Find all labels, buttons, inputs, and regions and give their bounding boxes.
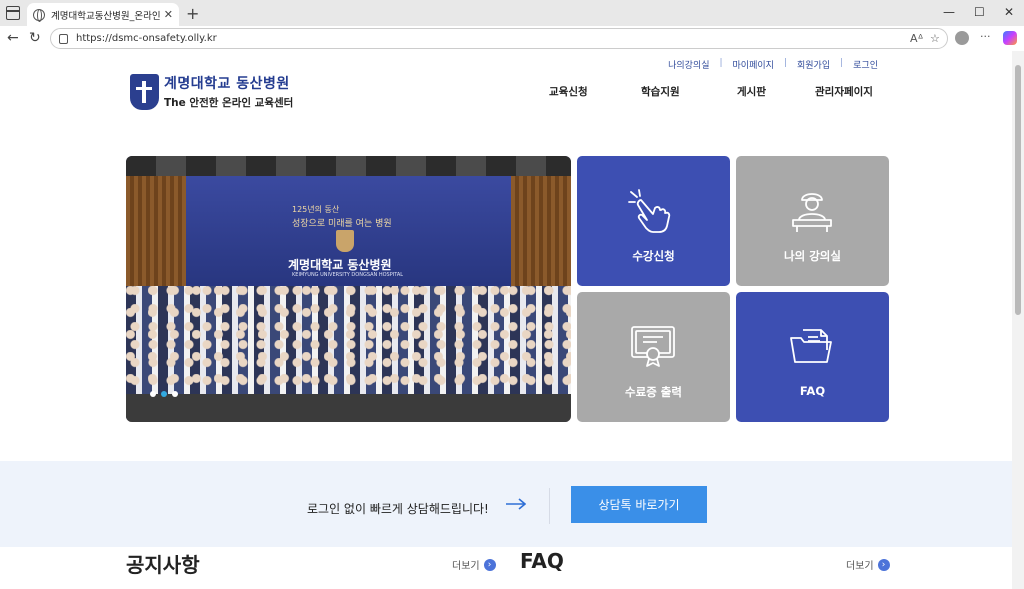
tile-certificate-print[interactable]: 수료증 출력	[577, 292, 730, 422]
consult-divider	[549, 488, 550, 524]
scrollbar-thumb[interactable]	[1015, 65, 1021, 315]
url-text: https://dsmc-onsafety.olly.kr	[76, 33, 217, 44]
favorite-star-icon[interactable]: ☆	[930, 32, 940, 45]
browser-tab[interactable]: 계명대학교동산병원_온라인교육 ✕	[27, 3, 179, 26]
hospital-emblem-icon	[130, 73, 159, 110]
consult-talk-button[interactable]: 상담톡 바로가기	[571, 486, 707, 523]
maximize-button[interactable]: ☐	[974, 5, 985, 19]
hero-photo-floor	[126, 394, 571, 422]
util-link-my-classroom[interactable]: 나의강의실	[668, 58, 709, 71]
read-aloud-icon[interactable]: Aᐞ	[910, 32, 924, 45]
faq-section-title: FAQ	[520, 549, 564, 573]
util-separator: |	[719, 58, 723, 68]
close-tab-icon[interactable]: ✕	[164, 8, 173, 21]
address-bar[interactable]: https://dsmc-onsafety.olly.kr	[50, 28, 948, 49]
copilot-icon[interactable]	[1003, 31, 1017, 45]
hero-crest-icon	[336, 230, 354, 252]
hero-photo-ceiling	[126, 156, 571, 176]
nav-item-board[interactable]: 게시판	[737, 84, 766, 99]
tile-label: 수료증 출력	[625, 385, 682, 399]
tile-faq[interactable]: FAQ	[736, 292, 889, 422]
logo-sub-text: The 안전한 온라인 교육센터	[164, 97, 294, 109]
student-desk-icon	[792, 193, 832, 232]
tile-label: FAQ	[799, 384, 826, 398]
more-link-label: 더보기	[846, 561, 874, 572]
lock-icon	[59, 33, 68, 44]
arrow-right-icon	[506, 498, 526, 510]
tile-label: 나의 강의실	[784, 249, 841, 263]
chevron-right-icon: ›	[877, 558, 890, 571]
tab-title: 계명대학교동산병원_온라인교육	[51, 10, 160, 22]
nav-item-learning-support[interactable]: 학습지원	[641, 84, 680, 99]
minimize-button[interactable]: —	[943, 5, 955, 19]
site-logo[interactable]: 계명대학교 동산병원 The 안전한 온라인 교육센터	[130, 73, 293, 110]
certificate-icon	[631, 326, 675, 367]
tile-label: 수강신청	[632, 249, 675, 263]
util-separator: |	[840, 58, 844, 68]
close-window-button[interactable]: ✕	[1004, 5, 1014, 19]
nav-item-apply[interactable]: 교육신청	[549, 84, 588, 99]
profile-avatar[interactable]	[955, 31, 969, 45]
tile-course-apply[interactable]: 수강신청	[577, 156, 730, 286]
back-arrow-icon[interactable]: ←	[7, 30, 19, 46]
tab-bar: 계명대학교동산병원_온라인교육 ✕ + — ☐ ✕	[0, 0, 1024, 26]
refresh-icon[interactable]: ↻	[29, 30, 41, 46]
logo-main-text: 계명대학교 동산병원	[164, 76, 290, 92]
page-viewport: 나의강의실 | 마이페이지 | 회원가입 | 로그인 계명대학교 동산병원 Th…	[0, 51, 1012, 589]
slider-dot-active[interactable]	[161, 391, 167, 397]
hero-banner-english: KEIMYUNG UNIVERSITY DONGSAN HOSPITAL	[292, 272, 404, 278]
hero-banner-title: 계명대학교 동산병원	[288, 258, 392, 272]
utility-nav: 나의강의실 | 마이페이지 | 회원가입 | 로그인	[658, 58, 878, 71]
more-link-label: 더보기	[452, 561, 480, 572]
util-separator: |	[783, 58, 787, 68]
hand-click-icon	[628, 189, 671, 233]
logo-text: 계명대학교 동산병원 The 안전한 온라인 교육센터	[164, 73, 293, 110]
hero-banner-line1: 125년의 동산	[292, 205, 340, 214]
browser-chrome: 계명대학교동산병원_온라인교육 ✕ + — ☐ ✕ ← ↻ https://ds…	[0, 0, 1024, 51]
tile-my-classroom[interactable]: 나의 강의실	[736, 156, 889, 286]
util-link-mypage[interactable]: 마이페이지	[733, 58, 774, 71]
new-tab-button[interactable]: +	[186, 4, 199, 23]
util-link-login[interactable]: 로그인	[853, 58, 878, 71]
hero-banner-line2: 성장으로 미래를 여는 병원	[292, 219, 392, 229]
chevron-right-icon: ›	[483, 558, 496, 571]
page-scrollbar[interactable]	[1012, 51, 1024, 589]
util-link-signup[interactable]: 회원가입	[797, 58, 830, 71]
notice-section-title: 공지사항	[126, 553, 200, 577]
more-menu-icon[interactable]: ···	[980, 30, 991, 43]
folder-icon	[790, 329, 832, 363]
slider-dot[interactable]	[172, 391, 178, 397]
faq-more-link[interactable]: 더보기 ›	[846, 557, 890, 572]
globe-icon	[33, 8, 45, 22]
address-bar-row: ← ↻ https://dsmc-onsafety.olly.kr Aᐞ ☆ ·…	[0, 26, 1024, 51]
nav-item-admin[interactable]: 관리자페이지	[815, 84, 873, 99]
consult-text: 로그인 없이 빠르게 상담해드립니다!	[307, 502, 489, 516]
tab-actions-icon[interactable]	[6, 6, 20, 20]
slider-dots	[150, 391, 183, 397]
slider-dot[interactable]	[150, 391, 156, 397]
hero-slider[interactable]: 125년의 동산 성장으로 미래를 여는 병원 계명대학교 동산병원 KEIMY…	[126, 156, 571, 422]
notice-more-link[interactable]: 더보기 ›	[452, 557, 496, 572]
